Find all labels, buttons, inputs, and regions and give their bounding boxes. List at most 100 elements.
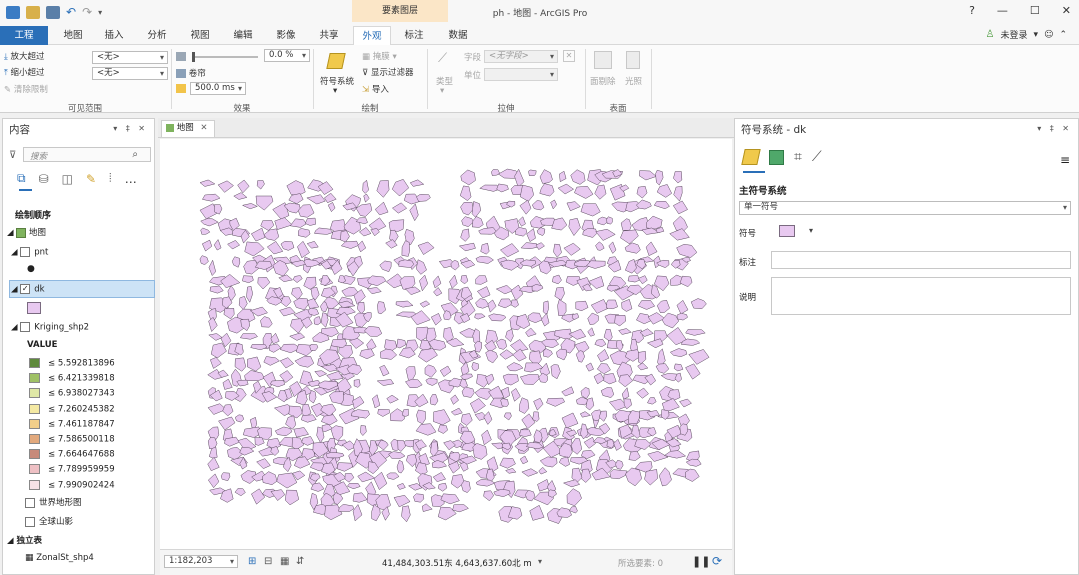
parcel-polygon[interactable] <box>377 409 390 417</box>
parcel-polygon[interactable] <box>554 287 565 301</box>
layer-world-hillshade[interactable]: 全球山影 <box>25 515 73 527</box>
transparency-slider[interactable] <box>192 52 258 62</box>
close-button[interactable]: ✕ <box>1062 4 1071 17</box>
parcel-polygon[interactable] <box>491 169 501 176</box>
parcel-polygon[interactable] <box>244 241 265 257</box>
parcel-polygon[interactable] <box>227 240 240 250</box>
parcel-polygon[interactable] <box>291 287 303 300</box>
parcel-polygon[interactable] <box>352 492 368 503</box>
parcel-polygon[interactable] <box>235 414 245 423</box>
tab-analysis[interactable]: 分析 <box>142 26 172 45</box>
parcel-polygon[interactable] <box>620 229 639 245</box>
parcel-polygon[interactable] <box>618 374 634 388</box>
parcel-polygon[interactable] <box>568 218 581 237</box>
parcel-polygon[interactable] <box>460 413 473 426</box>
map-canvas[interactable] <box>160 139 732 549</box>
more-icon[interactable]: … <box>125 172 137 186</box>
parcel-polygon[interactable] <box>511 388 521 402</box>
parcel-polygon[interactable] <box>531 200 545 211</box>
parcel-polygon[interactable] <box>558 456 570 467</box>
parcel-polygon[interactable] <box>437 424 448 434</box>
parcel-polygon[interactable] <box>344 473 355 483</box>
parcel-polygon[interactable] <box>300 414 317 423</box>
parcel-polygon[interactable] <box>217 180 234 193</box>
parcel-polygon[interactable] <box>471 361 479 372</box>
parcel-polygon[interactable] <box>580 203 601 217</box>
parcel-polygon[interactable] <box>515 227 528 237</box>
parcel-polygon[interactable] <box>242 275 254 284</box>
parcel-polygon[interactable] <box>294 355 315 368</box>
label-input[interactable] <box>771 251 1071 269</box>
layer-world-topo[interactable]: 世界地形图 <box>25 496 82 508</box>
user-account[interactable]: ♙ 未登录 ▾ ☺ ⌃ <box>986 28 1067 41</box>
pnt-visibility-checkbox[interactable] <box>20 247 31 257</box>
parcel-polygon[interactable] <box>608 241 617 254</box>
parcel-polygon[interactable] <box>497 298 513 309</box>
parcel-polygon[interactable] <box>519 455 529 465</box>
parcel-polygon[interactable] <box>391 202 408 214</box>
parcel-polygon[interactable] <box>512 348 527 362</box>
parcel-polygon[interactable] <box>519 374 540 385</box>
symbol-swatch[interactable] <box>779 225 795 237</box>
parcel-polygon[interactable] <box>207 473 220 489</box>
parcel-polygon[interactable] <box>366 287 382 295</box>
parcel-polygon[interactable] <box>590 299 609 314</box>
parcel-polygon[interactable] <box>415 423 437 436</box>
parcel-polygon[interactable] <box>563 242 581 256</box>
parcel-polygon[interactable] <box>386 472 400 480</box>
parcel-polygon[interactable] <box>656 184 673 198</box>
grid-icon[interactable]: ⊟ <box>264 556 272 567</box>
parcel-polygon[interactable] <box>292 275 303 283</box>
expand-icon[interactable]: ◢ <box>7 536 14 546</box>
parcel-polygon[interactable] <box>647 312 666 325</box>
parcel-polygon[interactable] <box>298 228 311 238</box>
parcel-polygon[interactable] <box>289 218 307 228</box>
parcel-polygon[interactable] <box>476 373 489 388</box>
refresh-icon[interactable]: ⟳ <box>712 554 722 568</box>
parcel-polygon[interactable] <box>279 357 295 369</box>
layer-pnt[interactable]: ◢ pnt <box>11 247 48 258</box>
parcel-polygon[interactable] <box>474 313 486 320</box>
parcel-polygon[interactable] <box>585 362 594 372</box>
parcel-polygon[interactable] <box>597 349 610 363</box>
expression-icon[interactable]: ✕ <box>563 50 575 62</box>
parcel-polygon[interactable] <box>338 504 355 512</box>
parcel-polygon[interactable] <box>596 363 611 375</box>
parcel-polygon[interactable] <box>401 408 409 417</box>
parcel-polygon[interactable] <box>672 200 688 215</box>
parcel-polygon[interactable] <box>635 199 652 210</box>
parcel-polygon[interactable] <box>539 169 553 184</box>
parcel-polygon[interactable] <box>493 488 511 497</box>
parcel-polygon[interactable] <box>244 370 265 381</box>
parcel-polygon[interactable] <box>536 227 546 236</box>
parcel-polygon[interactable] <box>627 275 641 283</box>
parcel-polygon[interactable] <box>594 338 607 348</box>
parcel-polygon[interactable] <box>636 313 652 325</box>
parcel-polygon[interactable] <box>209 357 222 369</box>
parcel-polygon[interactable] <box>673 185 683 202</box>
clear-limits-button[interactable]: ✎ 清除限制 <box>4 83 48 95</box>
editing-icon[interactable]: ✎ <box>86 172 96 186</box>
parcel-polygon[interactable] <box>461 480 471 493</box>
expand-icon[interactable]: ◢ <box>7 228 14 238</box>
parcel-polygon[interactable] <box>537 479 550 492</box>
symbology-large-button[interactable] <box>326 51 348 71</box>
parcel-polygon[interactable] <box>519 184 534 202</box>
parcel-polygon[interactable] <box>213 238 222 251</box>
qat-customize-icon[interactable]: ▾ <box>98 8 102 17</box>
parcel-polygon[interactable] <box>429 394 439 406</box>
legend-item[interactable]: ≤ 7.260245382 <box>29 403 115 414</box>
parcel-polygon[interactable] <box>499 243 520 258</box>
parcel-polygon[interactable] <box>324 504 343 521</box>
parcel-polygon[interactable] <box>621 387 630 400</box>
parcel-polygon[interactable] <box>575 300 589 312</box>
parcel-polygon[interactable] <box>477 286 491 299</box>
parcel-polygon[interactable] <box>376 379 395 386</box>
parcel-polygon[interactable] <box>638 275 648 285</box>
parcel-polygon[interactable] <box>655 363 670 374</box>
parcel-polygon[interactable] <box>417 241 435 255</box>
parcel-polygon[interactable] <box>200 227 211 235</box>
legend-item[interactable]: ≤ 6.938027343 <box>29 388 115 399</box>
parcel-polygon[interactable] <box>314 227 334 235</box>
parcel-polygon[interactable] <box>595 228 616 241</box>
